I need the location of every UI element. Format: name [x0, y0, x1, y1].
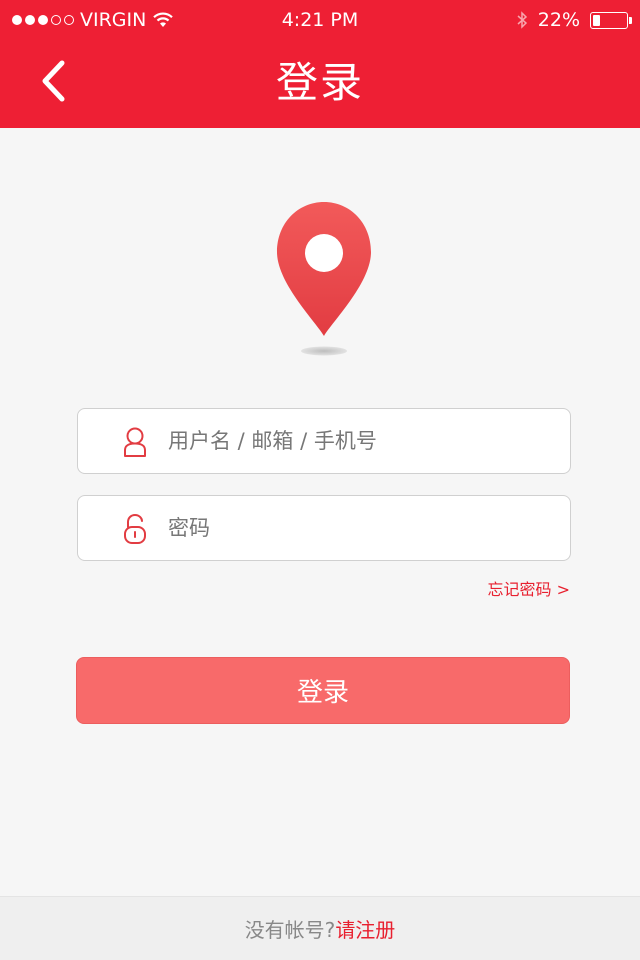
app-header: VIRGIN 4:21 PM 22% 登录 — [0, 0, 640, 128]
battery-percent: 22% — [537, 9, 580, 31]
register-footer: 没有帐号? 请注册 — [0, 896, 640, 960]
unlock-icon — [124, 513, 146, 544]
battery-icon — [590, 11, 632, 29]
user-icon — [124, 427, 146, 457]
forgot-password-link[interactable]: 忘记密码 > — [488, 576, 571, 600]
no-account-text: 没有帐号? — [244, 918, 336, 942]
location-pin-icon — [277, 202, 371, 356]
register-link[interactable]: 请注册 — [335, 914, 395, 943]
bluetooth-icon — [517, 11, 527, 29]
page-title: 登录 — [275, 58, 364, 107]
username-input[interactable] — [168, 409, 558, 473]
login-button[interactable]: 登录 — [76, 657, 570, 724]
status-right: 22% — [516, 9, 632, 31]
password-field[interactable] — [77, 495, 571, 561]
username-field[interactable] — [77, 408, 571, 474]
status-bar: VIRGIN 4:21 PM 22% — [0, 0, 640, 40]
battery-level — [593, 14, 601, 26]
password-input[interactable] — [168, 496, 558, 560]
